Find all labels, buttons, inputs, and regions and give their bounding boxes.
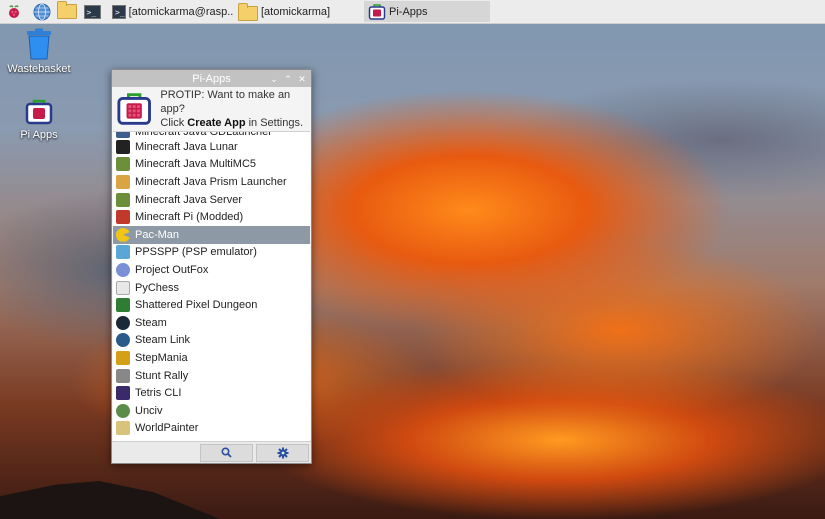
app-list-item[interactable]: Minecraft Pi (Modded) bbox=[113, 208, 310, 226]
terminal-launcher[interactable]: >_ bbox=[82, 2, 102, 22]
chess-icon bbox=[116, 280, 130, 295]
terminal-icon: >_ bbox=[112, 4, 126, 19]
taskbar-task-terminal[interactable]: >_ [atomickarma@rasp... bbox=[108, 1, 234, 22]
minecraft-block-icon bbox=[116, 192, 130, 207]
app-list-item-label: Unciv bbox=[135, 404, 163, 417]
search-icon bbox=[221, 447, 232, 458]
search-button[interactable] bbox=[200, 443, 253, 462]
protip-text: PROTIP: Want to make an app? Click Creat… bbox=[160, 88, 311, 130]
app-list-item-label: Project OutFox bbox=[135, 263, 209, 276]
steam-icon bbox=[116, 315, 130, 330]
app-list-item[interactable]: Tetris CLI bbox=[113, 384, 310, 402]
app-list-item[interactable]: PPSSPP (PSP emulator) bbox=[113, 244, 310, 262]
app-list-item[interactable]: Shattered Pixel Dungeon bbox=[113, 296, 310, 314]
app-list-item-label: Steam Link bbox=[135, 334, 191, 347]
app-list-item[interactable]: Unciv bbox=[113, 402, 310, 420]
app-list-item-label: Tetris CLI bbox=[135, 387, 182, 400]
app-list-item-label: PyChess bbox=[135, 281, 180, 294]
trash-icon bbox=[27, 28, 51, 60]
protip-banner: PROTIP: Want to make an app? Click Creat… bbox=[112, 87, 311, 131]
app-list-item-label: Minecraft Java MultiMC5 bbox=[135, 158, 257, 171]
app-list-item-label: Minecraft Java Lunar bbox=[135, 140, 238, 153]
taskbar-task-pi-apps[interactable]: Pi-Apps bbox=[364, 1, 490, 22]
desktop-icon-label: Pi Apps bbox=[20, 129, 58, 141]
gear-icon bbox=[277, 447, 288, 458]
app-list-item[interactable]: PyChess bbox=[113, 279, 310, 297]
desktop-icon-label: Wastebasket bbox=[7, 63, 71, 75]
app-list-item[interactable]: Project OutFox bbox=[113, 261, 310, 279]
settings-button[interactable] bbox=[256, 443, 309, 462]
taskbar: >_ >_ [atomickarma@rasp... [atomickarma]… bbox=[0, 0, 825, 24]
raspberry-pi-icon bbox=[9, 4, 19, 18]
pi-apps-icon bbox=[368, 3, 386, 20]
pi-apps-window: Pi-Apps ⌄ ⌃ ✕ PROTIP: Want to make an ap… bbox=[111, 69, 312, 464]
close-button[interactable]: ✕ bbox=[296, 73, 308, 85]
pi-apps-icon bbox=[25, 99, 53, 125]
app-list-item[interactable]: WorldPainter bbox=[113, 420, 310, 438]
steam-link-icon bbox=[116, 333, 130, 348]
folder-icon bbox=[238, 2, 258, 21]
web-browser-icon bbox=[33, 3, 51, 20]
sword-icon bbox=[116, 298, 130, 313]
app-list-item-label: WorldPainter bbox=[135, 422, 199, 435]
window-titlebar[interactable]: Pi-Apps ⌄ ⌃ ✕ bbox=[112, 70, 311, 87]
app-list-item[interactable]: Minecraft Java Server bbox=[113, 191, 310, 209]
app-list-item[interactable]: Minecraft Java GDLauncher bbox=[113, 131, 310, 138]
taskbar-task-label: [atomickarma@rasp... bbox=[128, 5, 234, 18]
taskbar-task-folder[interactable]: [atomickarma] bbox=[234, 1, 360, 22]
protip-line1: PROTIP: Want to make an app? bbox=[160, 89, 291, 115]
app-list-item-label: Minecraft Java Server bbox=[135, 193, 242, 206]
lunar-icon bbox=[116, 139, 130, 154]
terminal-icon: >_ bbox=[83, 4, 101, 19]
minimize-button[interactable]: ⌄ bbox=[268, 73, 280, 85]
unciv-icon bbox=[116, 403, 130, 418]
file-manager-icon bbox=[57, 1, 77, 19]
app-list-item-label: Pac-Man bbox=[135, 228, 180, 241]
create-app-hint: Create App bbox=[187, 117, 246, 129]
stunt-rally-icon bbox=[116, 368, 130, 383]
app-list-item[interactable]: StepMania bbox=[113, 349, 310, 367]
stepmania-icon bbox=[116, 350, 130, 365]
app-list-item-label: Minecraft Java Prism Launcher bbox=[135, 175, 287, 188]
web-browser-launcher[interactable] bbox=[32, 2, 52, 22]
desktop-icon-pi-apps[interactable]: Pi Apps bbox=[4, 98, 74, 141]
app-list-item-label: StepMania bbox=[135, 351, 188, 364]
pacman-icon bbox=[116, 227, 130, 242]
desktop-icon-wastebasket[interactable]: Wastebasket bbox=[4, 28, 74, 75]
outfox-icon bbox=[116, 262, 130, 277]
app-list-item[interactable]: Minecraft Java Prism Launcher bbox=[113, 173, 310, 191]
app-list-item[interactable]: Stunt Rally bbox=[113, 367, 310, 385]
protip-line2: Click Create App in Settings. bbox=[160, 117, 304, 129]
worldpainter-icon bbox=[116, 421, 130, 436]
app-list-item[interactable]: Pac-Man bbox=[113, 225, 310, 244]
minecraft-block-icon bbox=[116, 157, 130, 172]
pi-apps-logo-icon bbox=[117, 93, 151, 125]
mountain-silhouette bbox=[0, 481, 220, 519]
app-list-item-label: Minecraft Java GDLauncher bbox=[135, 131, 272, 138]
app-list-item[interactable]: Minecraft Java Lunar bbox=[113, 138, 310, 156]
window-bottom-bar bbox=[112, 441, 311, 463]
taskbar-task-label: Pi-Apps bbox=[389, 5, 428, 18]
file-manager-launcher[interactable] bbox=[57, 1, 77, 22]
app-list-item-label: PPSSPP (PSP emulator) bbox=[135, 246, 257, 259]
ppsspp-icon bbox=[116, 245, 130, 260]
app-list-item[interactable]: Steam bbox=[113, 314, 310, 332]
minecraft-pi-icon bbox=[116, 210, 130, 225]
gdlauncher-icon bbox=[116, 132, 130, 138]
maximize-button[interactable]: ⌃ bbox=[282, 73, 294, 85]
raspberry-pi-menu-button[interactable] bbox=[4, 2, 24, 22]
app-list-item-label: Steam bbox=[135, 316, 167, 329]
taskbar-task-label: [atomickarma] bbox=[261, 5, 331, 18]
prism-icon bbox=[116, 174, 130, 189]
app-list-item-label: Shattered Pixel Dungeon bbox=[135, 299, 258, 312]
tetris-icon bbox=[116, 386, 130, 401]
app-list-item[interactable]: Steam Link bbox=[113, 332, 310, 350]
app-list-item-label: Stunt Rally bbox=[135, 369, 189, 382]
app-list-item[interactable]: Minecraft Java MultiMC5 bbox=[113, 156, 310, 174]
app-list-item-label: Minecraft Pi (Modded) bbox=[135, 211, 244, 224]
app-list[interactable]: Minecraft Java GDLauncher Minecraft Java … bbox=[113, 131, 310, 444]
